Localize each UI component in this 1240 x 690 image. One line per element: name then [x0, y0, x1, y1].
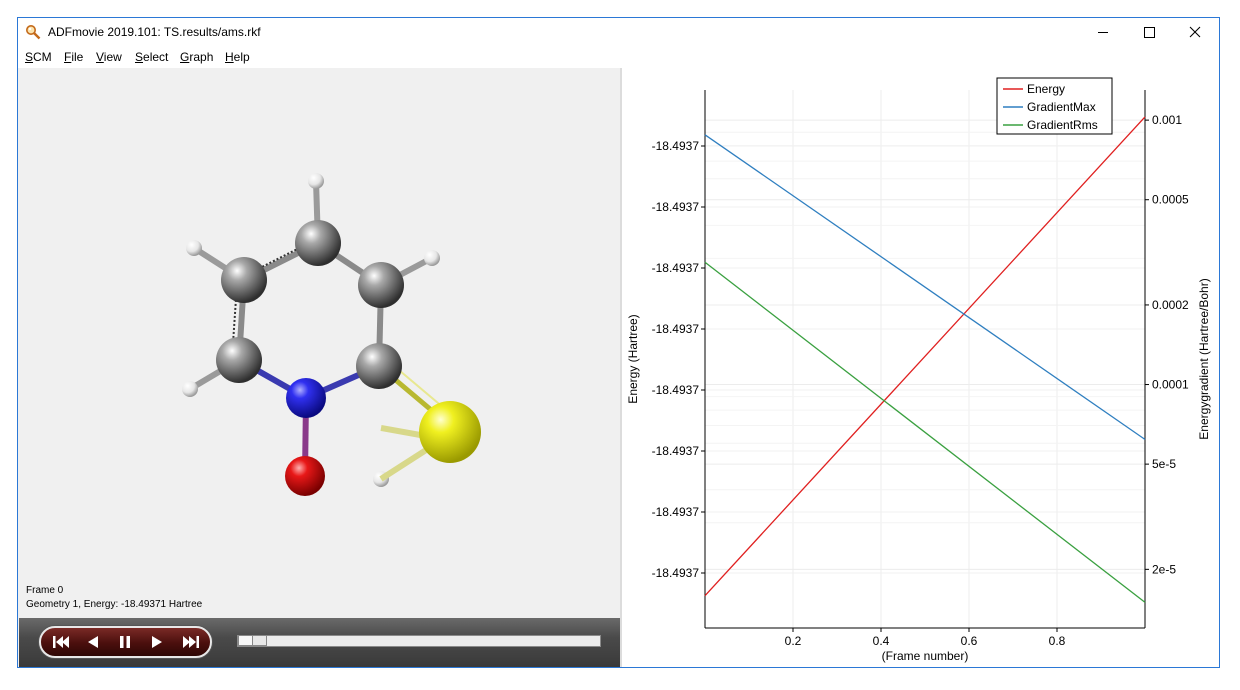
window-title: ADFmovie 2019.101: TS.results/ams.rkf	[48, 25, 261, 39]
left-tick-label: -18.4937	[652, 322, 700, 336]
molecule-viewer[interactable]: Frame 0 Geometry 1, Energy: -18.49371 Ha…	[19, 68, 620, 616]
atom-hydrogen[interactable]	[182, 381, 198, 397]
right-tick-label: 0.0002	[1152, 298, 1189, 312]
right-tick-label: 5e-5	[1152, 457, 1176, 471]
maximize-icon	[1144, 27, 1155, 38]
menu-help[interactable]: Help	[225, 50, 250, 64]
graph-pane: 0.2 0.4 0.6 0.8 -18.4937 -18.4937 -18.4937 -18.…	[622, 68, 1219, 667]
step-forward-button[interactable]	[141, 628, 173, 656]
magnifier-app-icon	[26, 25, 41, 40]
atom-hydrogen[interactable]	[424, 250, 440, 266]
menu-graph[interactable]: Graph	[180, 50, 213, 64]
x-tick-label: 0.6	[961, 634, 978, 648]
skip-to-start-button[interactable]	[45, 628, 77, 656]
atom-sulfur[interactable]	[419, 401, 481, 463]
left-axis-label: Energy (Hartree)	[626, 314, 640, 403]
left-tick-label: -18.4937	[652, 200, 700, 214]
menu-bar: SCM File View Select Graph Help	[18, 47, 1219, 68]
atom-carbon[interactable]	[221, 257, 267, 303]
title-bar[interactable]: ADFmovie 2019.101: TS.results/ams.rkf	[18, 18, 1219, 47]
x-tick-label: 0.8	[1049, 634, 1066, 648]
x-tick-label: 0.2	[785, 634, 802, 648]
geometry-energy-label: Geometry 1, Energy: -18.49371 Hartree	[26, 599, 203, 610]
x-tick-label: 0.4	[873, 634, 890, 648]
play-backward-icon	[88, 636, 98, 648]
step-backward-button[interactable]	[77, 628, 109, 656]
menu-view[interactable]: View	[96, 50, 122, 64]
app-window: ADFmovie 2019.101: TS.results/ams.rkf SC…	[17, 17, 1220, 668]
atom-nitrogen[interactable]	[286, 378, 326, 418]
menu-file[interactable]: File	[64, 50, 83, 64]
skip-to-end-icon	[183, 636, 199, 648]
molecule-3d-view[interactable]	[19, 68, 620, 616]
left-tick-label: -18.4937	[652, 566, 700, 580]
slider-thumb[interactable]	[238, 635, 268, 647]
atom-carbon[interactable]	[356, 343, 402, 389]
left-tick-label: -18.4937	[652, 444, 700, 458]
atom-carbon[interactable]	[358, 262, 404, 308]
legend-label: GradientRms	[1027, 118, 1098, 132]
left-tick-label: -18.4937	[652, 383, 700, 397]
x-axis-label: (Frame number)	[882, 649, 969, 663]
close-icon	[1189, 26, 1201, 38]
series-line-energy	[704, 116, 1146, 597]
atom-hydrogen[interactable]	[308, 173, 324, 189]
atom-carbon[interactable]	[216, 337, 262, 383]
play-forward-icon	[152, 636, 162, 648]
close-button[interactable]	[1172, 18, 1218, 47]
series-line-gradientrms	[704, 261, 1146, 603]
atom-carbon[interactable]	[295, 220, 341, 266]
legend-label: Energy	[1027, 82, 1065, 96]
pause-button[interactable]	[109, 628, 141, 656]
left-tick-label: -18.4937	[652, 139, 700, 153]
pause-icon	[120, 636, 130, 648]
right-tick-label: 0.0001	[1152, 378, 1189, 392]
atom-oxygen[interactable]	[285, 456, 325, 496]
left-tick-label: -18.4937	[652, 261, 700, 275]
frame-label: Frame 0	[26, 585, 64, 596]
legend-label: GradientMax	[1027, 100, 1096, 114]
frame-slider[interactable]	[237, 635, 601, 647]
menu-select[interactable]: Select	[135, 50, 168, 64]
left-tick-label: -18.4937	[652, 505, 700, 519]
right-axis-label: Energygradient (Hartree/Bohr)	[1197, 278, 1211, 439]
right-tick-label: 0.001	[1152, 113, 1182, 127]
player-pill	[39, 626, 212, 658]
playback-controls	[19, 618, 620, 667]
atom-hydrogen[interactable]	[186, 240, 202, 256]
right-tick-label: 2e-5	[1152, 562, 1176, 576]
menu-scm[interactable]: SCM	[25, 50, 52, 64]
series-line-gradientmax	[704, 134, 1146, 440]
minimize-icon	[1098, 32, 1108, 33]
skip-to-end-button[interactable]	[175, 628, 207, 656]
skip-to-start-icon	[53, 636, 69, 648]
right-tick-label: 0.0005	[1152, 193, 1189, 207]
energy-gradient-chart[interactable]: 0.2 0.4 0.6 0.8 -18.4937 -18.4937 -18.4937 -18.…	[622, 68, 1219, 667]
minimize-button[interactable]	[1080, 18, 1126, 47]
maximize-button[interactable]	[1126, 18, 1172, 47]
